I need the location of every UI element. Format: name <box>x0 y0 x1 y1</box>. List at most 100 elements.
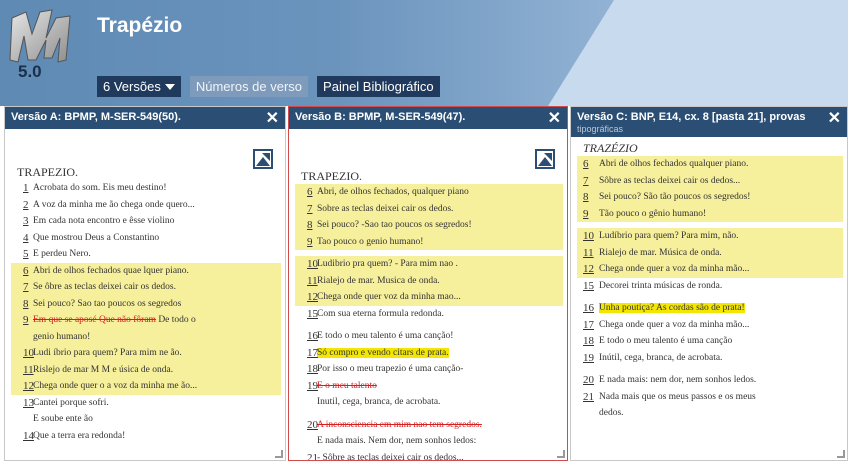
version-panel-c: Versão C: BNP, E14, cx. 8 [pasta 21], pr… <box>570 106 848 461</box>
verse-text: Abri de olhos fechados qualquer piano. <box>599 159 749 169</box>
logo-version: 5.0 <box>18 62 42 81</box>
verse-number[interactable]: 16 <box>583 301 594 316</box>
verse-number[interactable]: 4 <box>23 231 29 246</box>
bibliographic-panel-button[interactable]: Painel Bibliográfico <box>317 76 440 97</box>
verse-text: Rialejo de mar. Música de onda. <box>599 247 722 258</box>
verse-number[interactable]: 12 <box>307 290 318 305</box>
verse-text: Abri de olhos fechados quae lquer piano. <box>33 265 189 276</box>
verse-number[interactable]: 8 <box>307 218 313 233</box>
verse-line: 5 E perdeu Nero. <box>11 246 281 263</box>
close-icon[interactable]: ✕ <box>828 108 841 128</box>
verse-numbers-button[interactable]: Números de verso <box>189 76 309 97</box>
panel-header: Versão C: BNP, E14, cx. 8 [pasta 21], pr… <box>571 107 847 137</box>
verse-line: 6 Abri de olhos fechados quae lquer piano… <box>11 262 281 279</box>
verse-text: Chega onde quer a voz da minha mão... <box>599 264 750 274</box>
verse-number[interactable]: 18 <box>307 362 318 377</box>
verse-number[interactable]: 2 <box>23 198 29 213</box>
verse-number[interactable]: 20 <box>307 418 318 433</box>
verse-text: E todo o meu talento é uma canção! <box>317 331 454 341</box>
verse-text: Chega onde quer o a voz da minha me ão..… <box>33 381 198 391</box>
verse-line: 14 Que a terra era redonda! <box>11 428 281 445</box>
verse-number[interactable]: 6 <box>583 157 589 172</box>
verse-text: Por isso o meu trapezio é uma canção- <box>317 364 464 374</box>
panel-title: Versão C: BNP, E14, cx. 8 [pasta 21], pr… <box>577 111 806 123</box>
verse-text: Abri, de olhos fechados, qualquer piano <box>317 187 469 197</box>
verse-number[interactable]: 8 <box>23 297 29 312</box>
verse-text: Sobre as teclas deixei cair os dedos. <box>317 203 454 214</box>
verse-number[interactable]: 12 <box>23 379 34 394</box>
verse-number[interactable]: 11 <box>307 274 318 289</box>
poem-title: TRAPEZIO. <box>301 169 362 183</box>
verse-number[interactable]: 17 <box>583 318 594 333</box>
resize-handle[interactable] <box>557 450 565 458</box>
verse-list: 6 Abri de olhos fechados qualquer piano. 7… <box>577 156 843 422</box>
verse-text: Cantei porque sofri. <box>33 397 109 408</box>
close-icon[interactable]: ✕ <box>266 108 279 128</box>
verse-text: E o meu talento <box>317 381 377 391</box>
verse-number[interactable]: 13 <box>23 396 34 411</box>
verse-number[interactable]: 19 <box>583 351 594 366</box>
verse-number[interactable]: 1 <box>23 181 29 196</box>
verse-number[interactable]: 16 <box>307 329 318 344</box>
image-icon[interactable] <box>253 149 273 169</box>
verse-number[interactable]: 10 <box>583 229 594 244</box>
verse-number[interactable]: 6 <box>23 264 29 279</box>
verse-text: Em que se aposé Que não fôram De todo o <box>33 315 196 325</box>
verse-number[interactable]: 15 <box>583 279 594 294</box>
image-icon[interactable] <box>535 149 555 169</box>
resize-handle[interactable] <box>275 450 283 458</box>
verse-line: 9 Tão pouco o gênio humano! <box>577 205 843 222</box>
resize-handle[interactable] <box>837 450 845 458</box>
verse-text: Inutil, cega, branca, de acrobata. <box>317 397 441 407</box>
verse-line: 19 E o meu talento <box>295 378 563 395</box>
verse-list: 1 Acrobata do som. Eis meu destino! 2 A voz… <box>11 180 281 444</box>
verse-number[interactable]: 18 <box>583 334 594 349</box>
verse-text: Nada mais que os meus passos e os meus <box>599 391 756 402</box>
panel-title: Versão A: BPMP, M-SER-549(50). <box>11 111 181 123</box>
verse-number[interactable]: 19 <box>307 379 318 394</box>
verse-line: 17 Só compro e vendo citars de prata. <box>295 345 563 362</box>
verse-text: Só compro e vendo citars de prata. <box>317 347 449 358</box>
verse-text: Em cada nota encontro e êsse violino <box>33 216 175 226</box>
verse-number[interactable]: 5 <box>23 247 29 262</box>
verse-number[interactable]: 17 <box>307 346 318 361</box>
verse-number[interactable]: 15 <box>307 307 318 322</box>
verse-line: 16 Unha poutiça? As cordas são de prata! <box>577 300 843 317</box>
verse-number[interactable]: 12 <box>583 262 594 277</box>
verse-number[interactable]: 14 <box>23 429 34 444</box>
verse-number[interactable]: 3 <box>23 214 29 229</box>
verse-line: 2 A voz da minha me ão chega onde quero..… <box>11 197 281 214</box>
verse-line: 12 Chega onde quer voz da minha mao... <box>295 289 563 306</box>
verse-number[interactable]: 9 <box>23 313 29 328</box>
deleted-text: A inconsciencia em mim nao tem segredos. <box>317 419 482 430</box>
verse-line: 10 Ludíbrio para quem? Para mim, não. <box>577 228 843 245</box>
version-panel-b: Versão B: BPMP, M-SER-549(47). ✕ TRAPEZI… <box>288 106 568 461</box>
verse-number[interactable]: 8 <box>583 190 589 205</box>
verse-number[interactable]: 7 <box>23 280 29 295</box>
verse-text: Se ôbre as teclas deixei cair os dedos. <box>33 282 176 292</box>
verse-number[interactable]: 9 <box>583 207 589 222</box>
verse-line: 11 Rislejo de mar M M e úsica de onda. <box>11 361 281 378</box>
panel-header: Versão B: BPMP, M-SER-549(47). ✕ <box>289 107 567 129</box>
panel-title: Versão B: BPMP, M-SER-549(47). <box>295 111 466 123</box>
verse-number[interactable]: 10 <box>23 346 34 361</box>
verse-number[interactable]: 10 <box>307 257 318 272</box>
verse-text: Inútil, cega, branca, de acrobata. <box>599 352 723 363</box>
verse-number[interactable]: 7 <box>307 202 313 217</box>
verse-number[interactable]: 20 <box>583 373 594 388</box>
verse-line: 18 E todo o meu talento é uma canção <box>577 333 843 350</box>
panel-subtitle: tipográficas <box>577 124 624 134</box>
verse-number[interactable]: 9 <box>307 235 313 250</box>
close-icon[interactable]: ✕ <box>548 108 561 128</box>
verse-number[interactable]: 7 <box>583 174 589 189</box>
verse-line: 16 E todo o meu talento é uma canção! <box>295 328 563 345</box>
verse-number[interactable]: 11 <box>583 246 594 261</box>
verse-text: Que mostrou Deus a Constantino <box>33 232 160 243</box>
verse-number[interactable]: 21 <box>307 451 318 461</box>
versions-dropdown[interactable]: 6 Versões <box>97 76 181 97</box>
verse-line: E soube ente ão <box>11 411 281 428</box>
verse-number[interactable]: 11 <box>23 363 34 378</box>
verse-text: E todo o meu talento é uma canção <box>599 336 733 346</box>
verse-number[interactable]: 6 <box>307 185 313 200</box>
verse-number[interactable]: 21 <box>583 390 594 405</box>
